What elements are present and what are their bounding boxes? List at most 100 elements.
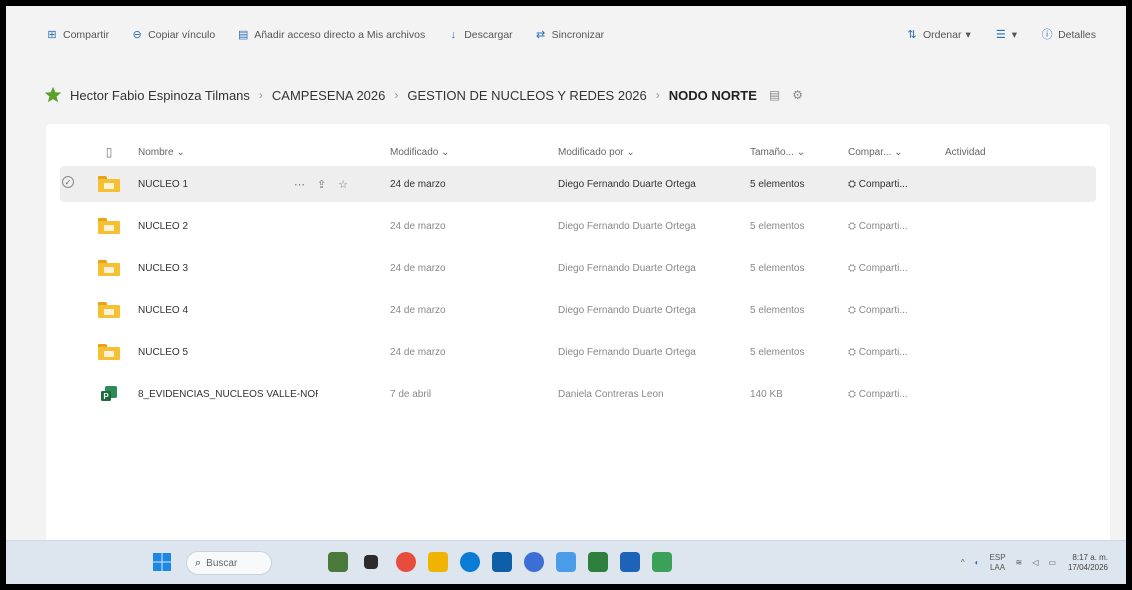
word-icon[interactable] xyxy=(620,552,640,572)
file-size: 140 KB xyxy=(750,388,783,400)
excel-icon[interactable] xyxy=(588,552,608,572)
task-view-icon[interactable] xyxy=(364,555,378,569)
favorite-star-icon[interactable] xyxy=(44,86,62,104)
breadcrumb: Hector Fabio Espinoza Tilmans › CAMPESEN… xyxy=(44,80,803,110)
details-button[interactable]: ⓘ Detalles xyxy=(1041,29,1096,41)
outlook-icon[interactable] xyxy=(492,552,512,572)
table-row[interactable]: NÚCLEO 5 24 de marzo Diego Fernando Duar… xyxy=(60,334,1096,370)
date: 17/04/2026 xyxy=(1067,563,1108,572)
windows-start-icon[interactable] xyxy=(152,552,172,572)
sharing-status[interactable]: ⛭ Comparti... xyxy=(848,221,938,232)
sharing-status[interactable]: ⛭ Comparti... xyxy=(848,179,938,190)
sort-button[interactable]: ⇅ Ordenar ▾ xyxy=(906,29,971,41)
sync-button[interactable]: ⇄ Sincronizar xyxy=(535,29,605,41)
sort-icon: ⇅ xyxy=(907,29,917,41)
settings-icon[interactable]: ⚙ xyxy=(792,88,803,102)
modified-by[interactable]: Daniela Contreras Leon xyxy=(558,389,748,400)
sharing-status[interactable]: ⛭ Comparti... xyxy=(848,263,938,274)
download-button[interactable]: ↓ Descargar xyxy=(447,29,512,41)
add-shortcut-button[interactable]: ▤ Añadir acceso directo a Mis archivos xyxy=(237,29,425,41)
modified-by[interactable]: Diego Fernando Duarte Ortega xyxy=(558,221,748,232)
table-row[interactable]: P 8_EVIDENCIAS_NUCLEOS VALLE-NORT... 7 d… xyxy=(60,376,1096,412)
header-modified[interactable]: Modificado ⌄ xyxy=(390,147,550,158)
app-icon[interactable] xyxy=(556,552,576,572)
file-list: ▯ Nombre ⌄ Modificado ⌄ Modificado por ⌄… xyxy=(46,124,1110,542)
chevron-up-icon[interactable]: ^ xyxy=(961,558,965,568)
file-size: 5 elementos xyxy=(750,178,805,190)
list-view-icon: ☰ xyxy=(995,29,1006,41)
sharing-status[interactable]: ⛭ Comparti... xyxy=(848,305,938,316)
project-file-icon: P xyxy=(98,383,120,405)
people-icon: ⛭ xyxy=(848,388,859,400)
file-name[interactable]: 8_EVIDENCIAS_NUCLEOS VALLE-NORT... xyxy=(138,389,318,400)
modified-by[interactable]: Diego Fernando Duarte Ortega xyxy=(558,179,748,190)
modified-date: 24 de marzo xyxy=(390,262,446,274)
add-shortcut-label: Añadir acceso directo a Mis archivos xyxy=(254,29,426,41)
view-options-button[interactable]: ☰ ▾ xyxy=(995,29,1017,41)
volume-icon[interactable]: ◁ xyxy=(1032,558,1038,568)
widgets-icon[interactable] xyxy=(328,552,348,572)
file-name[interactable]: NÚCLEO 3 xyxy=(138,263,288,274)
file-name[interactable]: NÚCLEO 1 xyxy=(138,179,288,190)
header-modified-by[interactable]: Modificado por ⌄ xyxy=(558,147,748,158)
info-icon: ⓘ xyxy=(1041,29,1053,41)
project-icon[interactable] xyxy=(652,552,672,572)
network-icon[interactable]: ◐ xyxy=(975,558,980,568)
file-explorer-icon[interactable] xyxy=(428,552,448,572)
sharing-status[interactable]: ⛭ Comparti... xyxy=(848,347,938,358)
details-label: Detalles xyxy=(1058,29,1096,41)
edge-icon[interactable] xyxy=(460,552,480,572)
folder-icon xyxy=(98,299,120,321)
language-indicator[interactable]: ESP LAA xyxy=(990,553,1006,573)
file-name[interactable]: NÚCLEO 4 xyxy=(138,305,288,316)
download-icon: ↓ xyxy=(450,29,456,41)
shortcut-icon: ▤ xyxy=(238,29,249,41)
share-row-icon[interactable]: ⇪ xyxy=(317,178,326,191)
chevron-down-icon: ▾ xyxy=(1011,29,1018,41)
chrome-icon[interactable] xyxy=(524,552,544,572)
file-name[interactable]: NÚCLEO 5 xyxy=(138,347,288,358)
table-row[interactable]: NÚCLEO 2 24 de marzo Diego Fernando Duar… xyxy=(60,208,1096,244)
header-activity[interactable]: Actividad xyxy=(945,147,1035,158)
breadcrumb-item-owner[interactable]: Hector Fabio Espinoza Tilmans xyxy=(70,88,250,103)
header-size[interactable]: Tamaño... ⌄ xyxy=(750,147,840,158)
clock[interactable]: 8:17 a. m. 17/04/2026 xyxy=(1068,553,1108,573)
modified-by[interactable]: Diego Fernando Duarte Ortega xyxy=(558,263,748,274)
modified-by[interactable]: Diego Fernando Duarte Ortega xyxy=(558,347,748,358)
chevron-right-icon: › xyxy=(655,88,660,102)
sharing-status[interactable]: ⛭ Comparti... xyxy=(848,389,938,400)
table-row[interactable]: NÚCLEO 4 24 de marzo Diego Fernando Duar… xyxy=(60,292,1096,328)
file-size: 5 elementos xyxy=(750,262,805,274)
breadcrumb-item-campesena[interactable]: CAMPESENA 2026 xyxy=(272,88,385,103)
chevron-down-icon: ▾ xyxy=(965,29,971,41)
favorite-icon[interactable]: ☆ xyxy=(338,178,348,191)
battery-icon[interactable]: ▭ xyxy=(1048,558,1056,568)
people-icon: ⛭ xyxy=(848,220,859,232)
svg-text:P: P xyxy=(103,392,109,401)
file-size: 5 elementos xyxy=(750,304,805,316)
table-row[interactable]: ✓ NÚCLEO 1 ⋯ ⇪ ☆ 24 de marzo Diego Ferna… xyxy=(60,166,1096,202)
modified-date: 24 de marzo xyxy=(390,304,446,316)
people-icon: ⛭ xyxy=(848,262,859,274)
folder-icon xyxy=(98,215,120,237)
file-type-icon[interactable]: ▯ xyxy=(98,141,120,163)
share-button[interactable]: ⊞ Compartir xyxy=(46,29,109,41)
copy-link-button[interactable]: ⊖ Copiar vínculo xyxy=(131,29,215,41)
breadcrumb-current: NODO NORTE xyxy=(668,87,757,103)
modified-by[interactable]: Diego Fernando Duarte Ortega xyxy=(558,305,748,316)
folder-icon xyxy=(98,341,120,363)
sync-label: Sincronizar xyxy=(551,29,605,41)
header-name[interactable]: Nombre ⌄ xyxy=(138,147,288,158)
folder-view-icon[interactable]: ▤ xyxy=(769,88,780,102)
chevron-right-icon: › xyxy=(258,88,263,102)
app-icon[interactable] xyxy=(396,552,416,572)
taskbar-search[interactable]: ⌕ Buscar xyxy=(186,551,272,575)
breadcrumb-item-gestion[interactable]: GESTION DE NUCLEOS Y REDES 2026 xyxy=(407,88,646,103)
wifi-icon[interactable]: ≋ xyxy=(1016,558,1023,568)
more-options-icon[interactable]: ⋯ xyxy=(294,178,305,191)
table-row[interactable]: NÚCLEO 3 24 de marzo Diego Fernando Duar… xyxy=(60,250,1096,286)
download-label: Descargar xyxy=(464,29,513,41)
file-name[interactable]: NÚCLEO 2 xyxy=(138,221,288,232)
header-sharing[interactable]: Compar... ⌄ xyxy=(848,147,938,158)
row-select-checkbox[interactable]: ✓ xyxy=(62,176,78,192)
